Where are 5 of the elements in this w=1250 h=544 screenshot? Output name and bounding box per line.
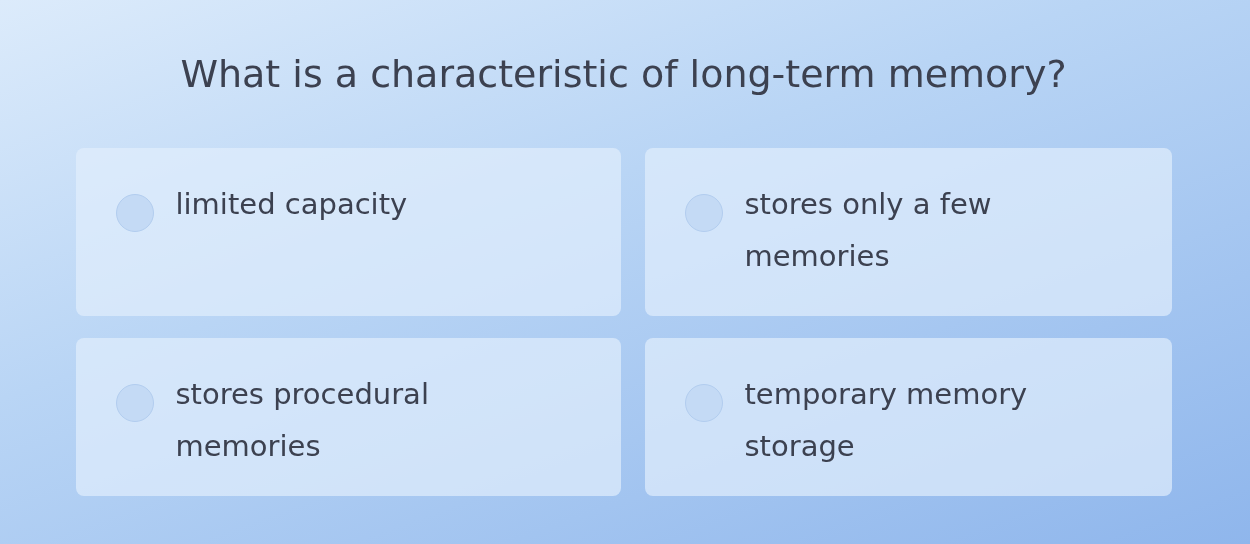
answer-option[interactable]: temporary memory storage: [644, 338, 1172, 496]
question-text: What is a characteristic of long-term memory?: [180, 52, 1067, 96]
answer-option[interactable]: stores only a few memories: [644, 148, 1172, 316]
answer-option[interactable]: limited capacity: [75, 148, 621, 316]
answer-option[interactable]: stores procedural memories: [75, 338, 621, 496]
